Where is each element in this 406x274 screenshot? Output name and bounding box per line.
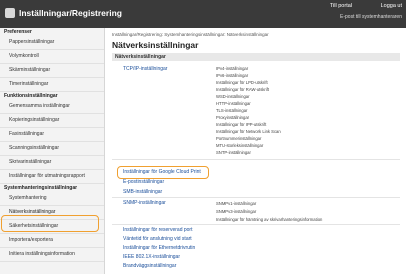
sidebar-item-system-management[interactable]: Systemhantering (0, 192, 104, 206)
sidebar-item-volume[interactable]: Volymkontroll (0, 50, 104, 64)
divider (112, 159, 400, 160)
ipv4-settings: IPv4-inställningar (216, 66, 249, 71)
sntp-settings: SNTP-inställningar (216, 150, 251, 155)
google-cloud-print-highlight (117, 166, 209, 179)
top-bar: Inställningar/Registrering Till portal L… (0, 0, 406, 28)
sidebar-section-title: Funktionsinställningar (4, 93, 58, 99)
portal-link[interactable]: Till portal (330, 3, 352, 9)
sidebar-item-printer[interactable]: Skrivarinställningar (0, 156, 104, 170)
sidebar-item-output-report[interactable]: Inställningar för utmatningsrapport (0, 170, 104, 184)
sidebar-item-paper-settings[interactable]: Pappersinställningar (0, 36, 104, 50)
sidebar-item-timer[interactable]: Timerinställningar (0, 78, 104, 92)
printer-info-settings: Inställningar för hämtning av skrivarhan… (216, 217, 323, 222)
divider (112, 197, 400, 198)
sidebar-item-scan[interactable]: Scanningsinställningar (0, 142, 104, 156)
smb-settings-link[interactable]: SMB-inställningar (123, 189, 162, 195)
lpd-settings: Inställningar för LPD-utskrift (216, 80, 268, 85)
sidebar-item-display[interactable]: Skärminställningar (0, 64, 104, 78)
reserved-port-link[interactable]: Inställningar för reserverad port (123, 227, 192, 233)
tls-settings: TLS-inställningar (216, 108, 248, 113)
proxy-settings: Proxyinställningar (216, 115, 250, 120)
tcpip-settings-link[interactable]: TCP/IP-inställningar (123, 66, 167, 72)
ieee8021x-link[interactable]: IEEE 802.1X-inställningar (123, 254, 180, 260)
divider (112, 224, 400, 225)
mtu-settings: MTU-storleksinställningar (216, 143, 264, 148)
breadcrumb: Inställningar/Registrering: Systemhanter… (112, 32, 269, 37)
firewall-link[interactable]: Brandväggsinställningar (123, 263, 176, 269)
http-settings: HTTP-inställningar (216, 101, 251, 106)
ethernet-driver-link[interactable]: Inställningar för Ethernetdrivrutin (123, 245, 195, 251)
email-settings-link[interactable]: E-postinställningar (123, 179, 164, 185)
network-link-scan-settings: Inställningar för Network Link Scan (216, 129, 281, 134)
startup-wait-link[interactable]: Väntetid för anslutning vid start (123, 236, 192, 242)
sidebar: Preferenser Pappersinställningar Volymko… (0, 28, 105, 274)
wsd-settings: WSD-inställningar (216, 94, 250, 99)
snmp-settings-link[interactable]: SNMP-inställningar (123, 200, 166, 206)
settings-app-icon (5, 8, 15, 18)
snmpv1-settings: SNMPv1-inställningar (216, 201, 257, 206)
mail-admin-link[interactable]: E-post till systemhanteraren (340, 14, 402, 20)
snmpv3-settings: SNMPv3-inställningar (216, 209, 257, 214)
sidebar-section-title: Preferenser (4, 29, 32, 35)
logout-link[interactable]: Logga ut (381, 3, 402, 9)
sidebar-item-fax[interactable]: Faxinställningar (0, 128, 104, 142)
sidebar-item-common[interactable]: Gemensamma inställningar (0, 100, 104, 114)
table-header: Nätverksinställningar (112, 53, 400, 61)
app-title: Inställningar/Registrering (19, 8, 122, 18)
page-title: Nätverksinställningar (112, 40, 199, 50)
sidebar-section-title: Systemhanteringsinställningar (4, 185, 78, 191)
raw-settings: Inställningar för RAW-utskrift (216, 87, 270, 92)
ipp-settings: Inställningar för IPP-utskrift (216, 122, 267, 127)
sidebar-item-copy[interactable]: Kopieringsinställningar (0, 114, 104, 128)
sidebar-item-import-export[interactable]: Importera/exportera (0, 234, 104, 248)
main-content: Inställningar/Registrering: Systemhanter… (112, 28, 406, 274)
port-number-settings: Portnummerinställningar (216, 136, 262, 141)
ipv6-settings: IPv6-inställningar (216, 73, 249, 78)
sidebar-item-initialize[interactable]: Initiera inställningsinformation (0, 248, 104, 262)
network-settings-highlight (1, 215, 99, 232)
